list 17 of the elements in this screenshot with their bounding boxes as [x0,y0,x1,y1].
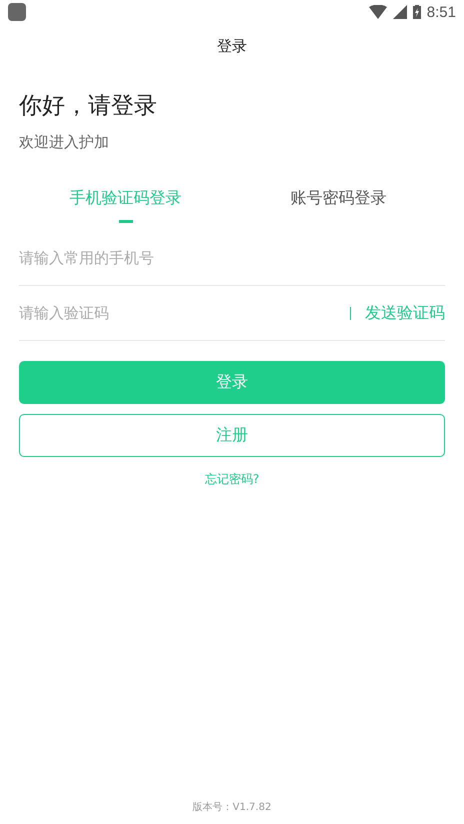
status-time: 8:51 [426,4,456,20]
page-title: 登录 [217,36,247,56]
version-text: 版本号：V1.7.82 [192,802,272,813]
phone-input-field[interactable]: 请输入常用的手机号 [19,249,445,267]
forgot-password-link[interactable]: 忘记密码? [204,471,260,488]
wifi-icon [368,5,387,19]
greeting-title: 你好，请登录 [19,92,158,121]
notification-icon [8,3,26,21]
send-code-link[interactable]: 发送验证码 [365,302,445,324]
register-button[interactable]: 注册 [19,414,445,457]
battery-icon [412,5,421,19]
signal-icon [392,5,407,19]
greeting-subtitle: 欢迎进入护加 [19,133,110,152]
login-button[interactable]: 登录 [19,361,445,404]
login-tab[interactable]: 手机验证码登录 [19,174,232,231]
login-tab[interactable]: 账号密码登录 [232,174,445,231]
code-input-field[interactable]: 请输入验证码 [19,304,350,322]
